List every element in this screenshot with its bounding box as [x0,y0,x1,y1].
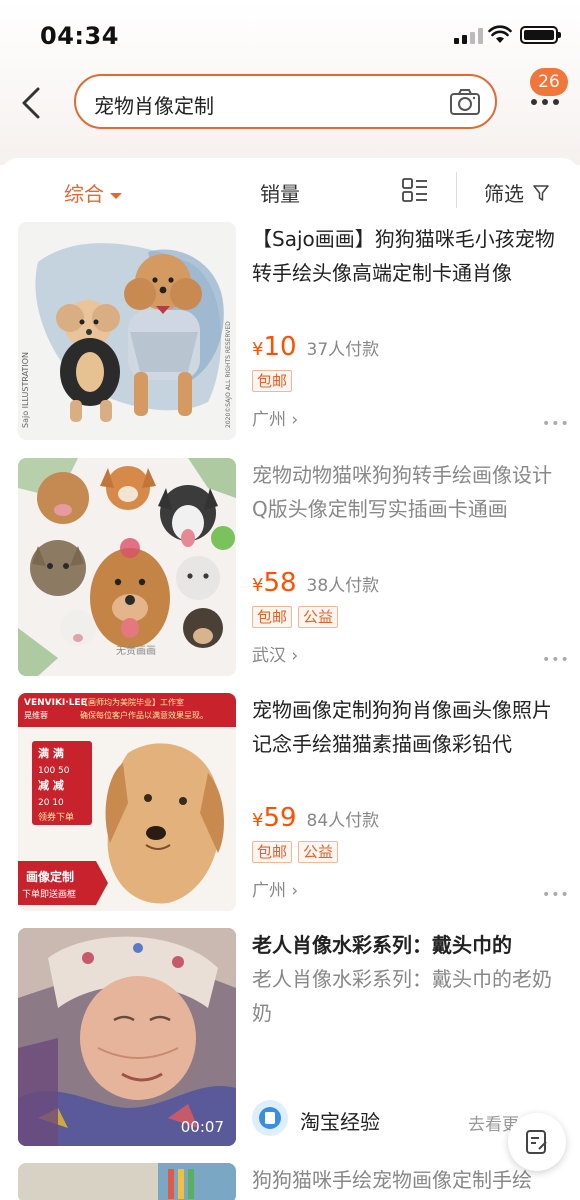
tab-sales[interactable]: 销量 [260,178,300,207]
experience-card[interactable]: 00:07 老人肖像水彩系列：戴头巾的 老人肖像水彩系列：戴头巾的老奶奶 淘宝经… [0,928,580,1158]
sold-count: 38人付款 [306,576,380,596]
filter-funnel-icon[interactable] [533,185,549,201]
message-badge[interactable]: 26 [530,68,568,96]
tab-comprehensive-label: 综合 [64,182,104,206]
image-copyright: 2020©SAJO ALL RIGHTS RESERVED [225,321,232,428]
signal-icon [454,28,484,44]
image-brand: VENVIKI·LEE [24,698,87,708]
currency-symbol: ¥ [252,575,264,596]
taobao-experience-icon [252,1100,288,1136]
more-options-icon[interactable]: ••• [542,652,570,668]
experience-source: 淘宝经验 [300,1110,380,1134]
currency-symbol: ¥ [252,810,264,831]
status-time: 04:34 [40,22,119,50]
corner-sub: 下单即送画框 [22,888,76,900]
price-row: ¥10 37人付款 [252,332,379,362]
tab-comprehensive[interactable]: 综合 [64,178,122,207]
product-price: 58 [263,568,297,598]
tag-list: 包邮 公益 [252,606,344,628]
caret-down-icon [110,192,122,199]
image-stamp: 无贵画画 [116,644,156,657]
experience-video-thumbnail[interactable]: 00:07 [18,928,236,1146]
tag-charity: 公益 [298,606,339,628]
filter-button[interactable]: 筛选 [484,178,524,207]
product-title[interactable]: 【Sajo画画】狗狗猫咪毛小孩宠物转手绘头像高端定制卡通肖像 [252,222,564,290]
image-banner-sub: 确保每位客户作品以满意效果呈现。 [80,710,208,720]
product-item[interactable]: VENVIKI·LEE 晃维蓉 【画师均为美院毕业】工作室 确保每位客户作品以满… [0,693,580,929]
promo-line: 100 50 [38,766,70,776]
search-input[interactable]: 宠物肖像定制 [94,90,214,119]
tag-list: 包邮 公益 [252,841,344,863]
tag-charity: 公益 [298,841,339,863]
product-image-poodles[interactable]: Sajo ILLUSTRATION 2020©SAJO ALL RIGHTS R… [18,222,236,440]
tag-list: 包邮 [252,370,298,392]
product-title[interactable]: 狗狗猫咪手绘宠物画像定制手绘 [252,1163,564,1197]
product-title[interactable]: 宠物画像定制狗狗肖像画头像照片记念手绘猫猫素描画像彩铅代 [252,693,564,761]
search-bar[interactable]: 宠物肖像定制 [74,74,497,129]
divider [456,172,457,208]
product-image-partial[interactable] [18,1163,236,1200]
edit-note-icon [526,1130,547,1154]
video-duration: 00:07 [180,1118,224,1136]
tag-free-shipping: 包邮 [252,370,293,392]
experience-subtitle[interactable]: 老人肖像水彩系列：戴头巾的老奶奶 [252,962,564,1030]
promo-line: 领券下单 [38,811,74,823]
battery-icon [520,26,561,44]
price-row: ¥59 84人付款 [252,803,379,833]
experience-title[interactable]: 老人肖像水彩系列：戴头巾的 [252,928,564,962]
image-banner: 【画师均为美院毕业】工作室 [80,697,184,707]
status-bar: 04:34 [0,0,580,60]
wifi-icon [488,25,512,43]
promo-line: 满 满 [38,746,64,760]
product-item[interactable]: 无贵画画 宠物动物猫咪狗狗转手绘画像设计Q版头像定制写实插画卡通画 ¥58 38人… [0,458,580,694]
tag-free-shipping: 包邮 [252,841,293,863]
chevron-left-icon[interactable] [18,86,48,120]
product-price: 59 [263,803,297,833]
image-brand: Sajo ILLUSTRATION [21,352,30,428]
shop-location[interactable]: 广州 › [252,876,298,901]
sold-count: 84人付款 [306,811,380,831]
more-options-icon[interactable]: ••• [542,887,570,903]
product-image-pets-collage[interactable]: 无贵画画 [18,458,236,676]
price-row: ¥58 38人付款 [252,568,379,598]
product-price: 10 [263,332,297,362]
results-panel: 综合 销量 筛选 Sajo ILLUSTRATION 2020©SAJO ALL… [0,158,580,1200]
promo-line: 20 10 [38,798,64,808]
image-brand-cn: 晃维蓉 [24,710,48,720]
more-options-icon[interactable]: ••• [542,416,570,432]
tag-free-shipping: 包邮 [252,606,293,628]
product-item[interactable]: 狗狗猫咪手绘宠物画像定制手绘 [0,1163,580,1200]
shop-location[interactable]: 武汉 › [252,641,298,666]
camera-icon[interactable] [449,88,481,116]
promo-line: 减 减 [38,778,64,792]
product-image-golden-retriever[interactable]: VENVIKI·LEE 晃维蓉 【画师均为美院毕业】工作室 确保每位客户作品以满… [18,693,236,911]
edit-note-button[interactable] [508,1113,566,1171]
currency-symbol: ¥ [252,339,264,360]
list-view-icon[interactable] [402,178,428,202]
sold-count: 37人付款 [306,340,380,360]
sort-bar: 综合 销量 筛选 [0,158,580,220]
product-item[interactable]: Sajo ILLUSTRATION 2020©SAJO ALL RIGHTS R… [0,222,580,458]
corner-title: 画像定制 [26,869,74,884]
header-area: 04:34 宠物肖像定制 26 [0,0,580,165]
shop-location[interactable]: 广州 › [252,405,298,430]
product-title[interactable]: 宠物动物猫咪狗狗转手绘画像设计Q版头像定制写实插画卡通画 [252,458,564,526]
